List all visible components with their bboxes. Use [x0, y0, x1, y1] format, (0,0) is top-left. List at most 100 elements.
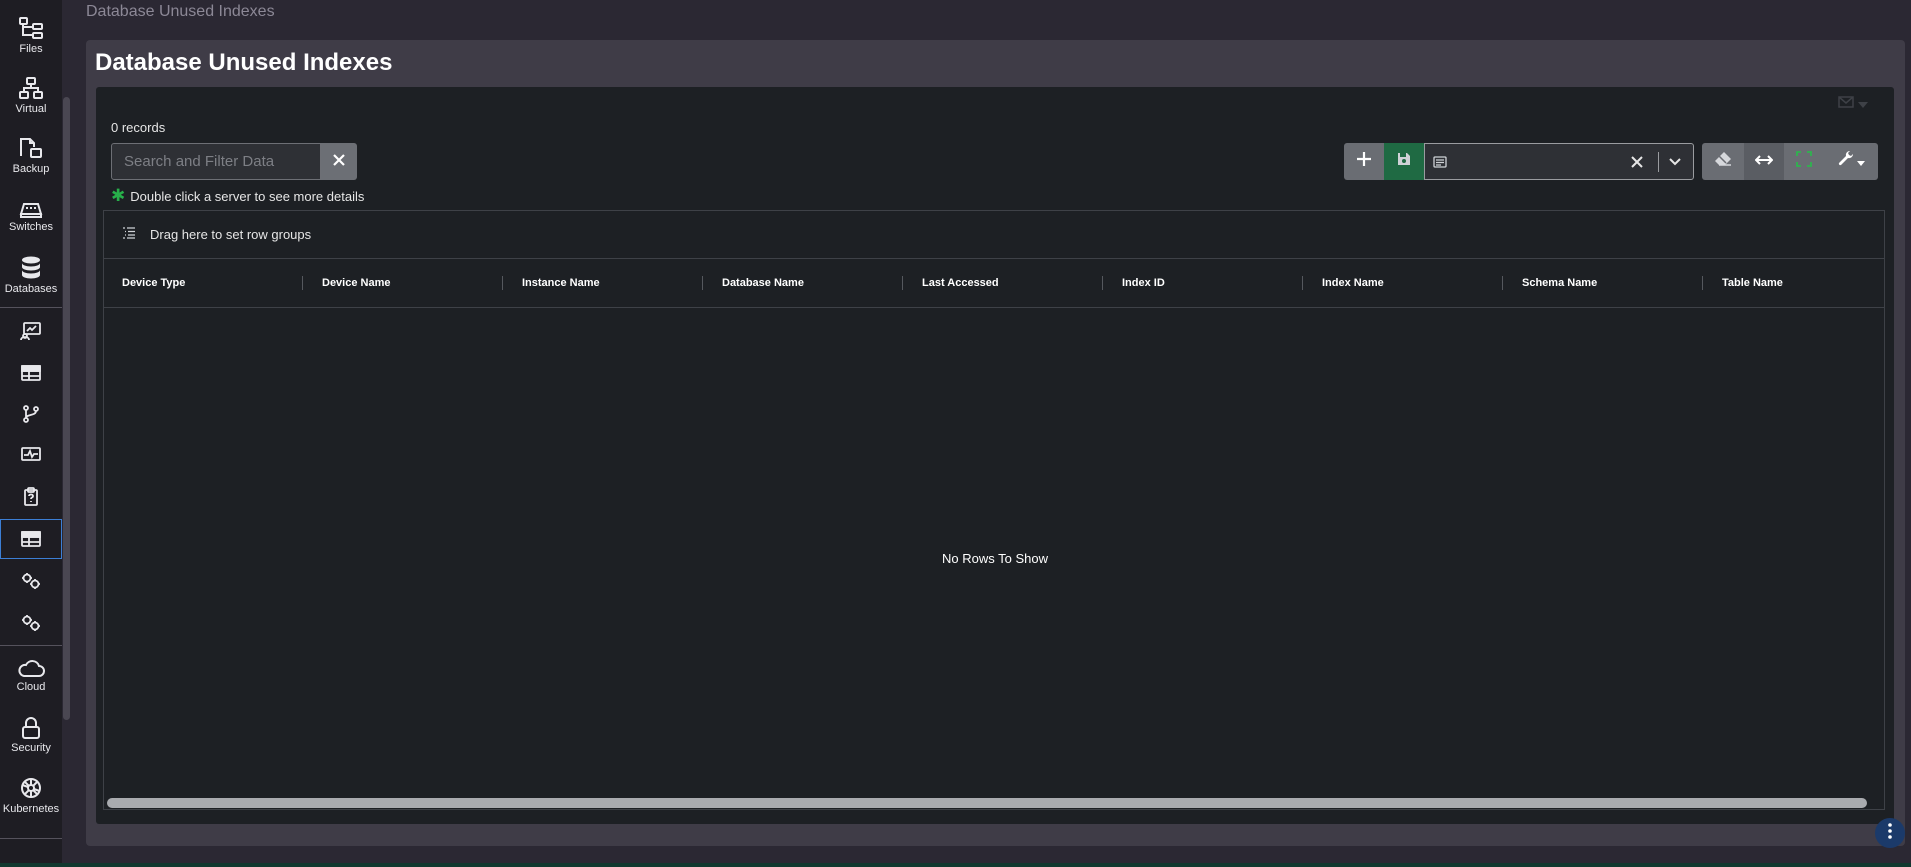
sidebar-item-gears-2[interactable] [0, 605, 62, 641]
sidebar-item-gears-1[interactable] [0, 563, 62, 599]
column-header-device-name[interactable]: Device Name [304, 259, 504, 307]
group-bar-text: Drag here to set row groups [150, 227, 312, 242]
sidebar-item-activity[interactable] [0, 437, 62, 473]
sidebar-item-cloud[interactable]: Cloud [0, 652, 62, 698]
add-button[interactable] [1344, 143, 1384, 180]
column-resize-handle[interactable] [702, 276, 703, 290]
clipboard-icon [22, 487, 40, 507]
floppy-disk-icon [1397, 152, 1411, 171]
search-clear-button[interactable] [321, 143, 357, 180]
sidebar-item-label: Security [11, 741, 51, 754]
sidebar-item-git[interactable] [0, 396, 62, 432]
sidebar-item-virtual[interactable]: Virtual [0, 72, 62, 118]
list-card-icon [1433, 155, 1447, 173]
fit-columns-button[interactable] [1784, 143, 1824, 180]
search-input[interactable] [111, 143, 321, 180]
sidebar-item-label: Cloud [16, 680, 46, 693]
hint-text: ✱ Double click a server to see more deta… [111, 186, 364, 206]
chevron-down-icon[interactable] [1668, 155, 1682, 173]
asterisk-icon: ✱ [111, 186, 126, 205]
column-resize-handle[interactable] [1302, 276, 1303, 290]
settings-dropdown-button[interactable] [1824, 143, 1878, 180]
sidebar-item-label: Switches [8, 220, 54, 233]
sidebar-item-table-active[interactable] [0, 519, 62, 559]
wrench-icon [1837, 150, 1855, 173]
gears-icon [20, 614, 42, 632]
sidebar-divider [0, 645, 62, 646]
sidebar-item-clipboard[interactable] [0, 479, 62, 515]
sidebar-item-monitor[interactable] [0, 313, 62, 349]
activity-monitor-icon [20, 446, 42, 464]
caret-down-icon [1858, 95, 1868, 113]
eraser-icon [1714, 151, 1732, 172]
sidebar-item-table[interactable] [0, 355, 62, 391]
sidebar: Files Virtual Backup Switches Databases … [0, 0, 62, 863]
column-resize-handle[interactable] [502, 276, 503, 290]
backup-icon [18, 136, 44, 160]
records-count: 0 records [111, 120, 166, 135]
sidebar-item-backup[interactable]: Backup [0, 132, 62, 178]
group-list-icon [122, 226, 136, 244]
hint-label: Double click a server to see more detail… [130, 188, 365, 204]
lock-icon [21, 716, 41, 739]
sidebar-item-label: Databases [4, 282, 58, 295]
cloud-icon [17, 658, 45, 678]
view-clear-icon[interactable] [1631, 155, 1643, 173]
row-group-drop-zone[interactable]: Drag here to set row groups [104, 211, 1884, 259]
grid-tools [1702, 143, 1878, 180]
table-icon [21, 531, 41, 547]
close-icon [333, 153, 345, 171]
column-header-last-accessed[interactable]: Last Accessed [904, 259, 1104, 307]
sidebar-item-switches[interactable]: Switches [0, 192, 62, 238]
column-resize-handle[interactable] [902, 276, 903, 290]
sidebar-item-label: Virtual [15, 102, 47, 115]
vertical-dots-icon [1888, 822, 1892, 844]
column-resize-handle[interactable] [1502, 276, 1503, 290]
column-header-index-name[interactable]: Index Name [1304, 259, 1504, 307]
switch-icon [18, 198, 44, 218]
column-header-schema-name[interactable]: Schema Name [1504, 259, 1704, 307]
sidebar-divider [0, 838, 62, 839]
column-header-table-name[interactable]: Table Name [1704, 259, 1884, 307]
save-view-button[interactable] [1384, 143, 1424, 180]
sidebar-item-label: Kubernetes [2, 802, 60, 815]
breadcrumb[interactable]: Database Unused Indexes [86, 3, 275, 21]
sidebar-item-files[interactable]: Files [0, 12, 62, 58]
column-resize-handle[interactable] [1102, 276, 1103, 290]
horizontal-scrollbar[interactable] [107, 798, 1867, 808]
sidebar-scrollbar[interactable] [63, 97, 70, 720]
clear-filters-button[interactable] [1702, 143, 1744, 180]
column-header-device-type[interactable]: Device Type [104, 259, 304, 307]
more-options-button[interactable] [1875, 818, 1905, 848]
data-grid: Drag here to set row groups Device Type … [103, 210, 1885, 810]
column-header-database-name[interactable]: Database Name [704, 259, 904, 307]
sidebar-item-security[interactable]: Security [0, 712, 62, 758]
arrows-horizontal-icon [1754, 153, 1774, 171]
gears-icon [20, 572, 42, 590]
network-icon [18, 76, 44, 100]
column-resize-handle[interactable] [1702, 276, 1703, 290]
sidebar-divider [0, 307, 62, 308]
select-divider [1658, 152, 1659, 172]
column-header-instance-name[interactable]: Instance Name [504, 259, 704, 307]
autosize-columns-button[interactable] [1744, 143, 1784, 180]
sidebar-item-label: Files [19, 42, 43, 55]
database-icon [20, 256, 42, 280]
sidebar-item-kubernetes[interactable]: Kubernetes [0, 772, 62, 818]
table-icon [21, 365, 41, 381]
files-tree-icon [18, 16, 44, 40]
mail-icon [1838, 95, 1854, 113]
header-row: Device Type Device Name Instance Name Da… [104, 259, 1884, 308]
column-resize-handle[interactable] [302, 276, 303, 290]
kubernetes-icon [19, 776, 43, 800]
expand-icon [1796, 151, 1812, 172]
mail-dropdown[interactable] [1838, 95, 1868, 113]
plus-icon [1357, 152, 1371, 171]
column-header-index-id[interactable]: Index ID [1104, 259, 1304, 307]
sidebar-item-databases[interactable]: Databases [0, 252, 62, 298]
caret-down-icon [1857, 153, 1865, 171]
page-title: Database Unused Indexes [95, 49, 393, 76]
monitor-chart-icon [20, 321, 42, 341]
empty-grid-message: No Rows To Show [942, 551, 1048, 566]
saved-view-select[interactable] [1424, 143, 1694, 180]
